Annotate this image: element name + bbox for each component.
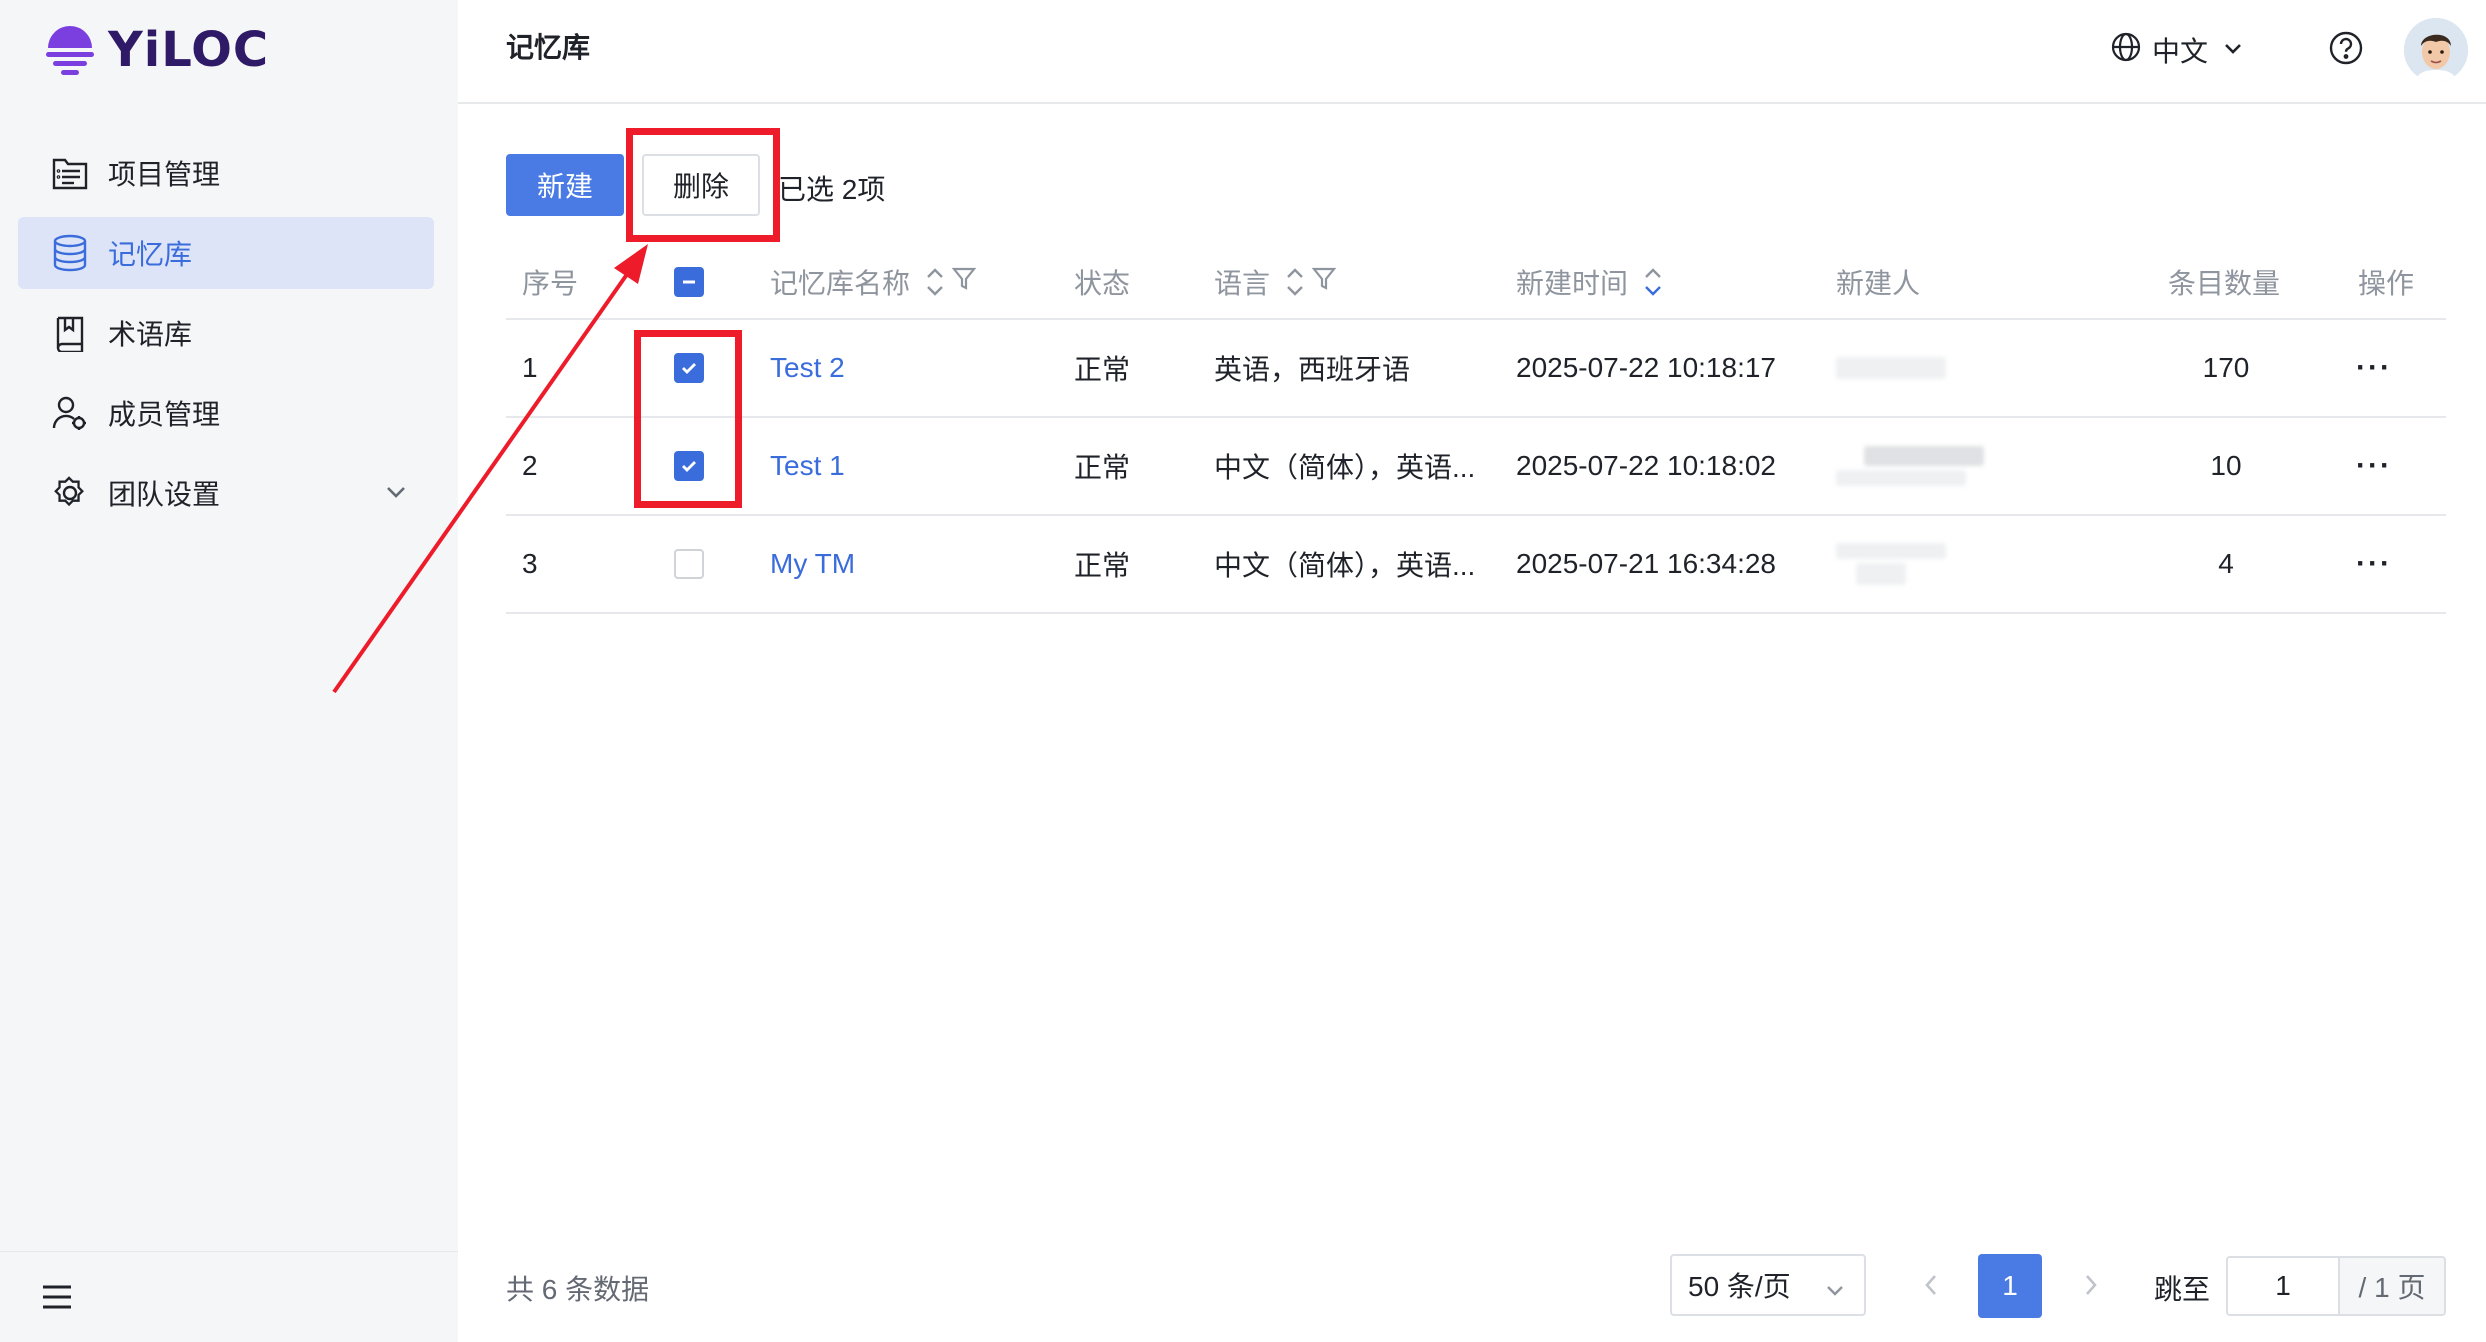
page-total: / 1 页 [2338, 1256, 2446, 1316]
col-created-time: 新建时间 [1516, 262, 1664, 302]
page-size-label: 50 条/页 [1688, 1271, 1791, 1302]
page-title: 记忆库 [506, 32, 591, 63]
col-language-label: 语言 [1214, 268, 1271, 299]
sidebar-item-projects[interactable]: 项目管理 [18, 137, 434, 209]
col-actions: 操作 [2358, 268, 2415, 299]
creator-redacted [1836, 357, 1946, 379]
row-checkbox[interactable] [674, 549, 704, 579]
tm-name-link[interactable]: Test 1 [770, 450, 845, 482]
sidebar-footer [0, 1251, 458, 1342]
row-index: 2 [522, 450, 538, 481]
count-text: 4 [2218, 548, 2234, 579]
project-list-icon [50, 153, 90, 193]
jump-page-input[interactable] [2226, 1256, 2338, 1316]
col-language: 语言 [1214, 262, 1337, 302]
total-count: 共 6 条数据 [506, 1274, 650, 1305]
language-text: 中文（简体），英语... [1214, 550, 1476, 581]
sidebar-item-label: 术语库 [108, 319, 193, 350]
sidebar-item-members[interactable]: 成员管理 [18, 377, 434, 449]
new-button[interactable]: 新建 [506, 154, 624, 216]
sidebar-item-label: 记忆库 [108, 239, 193, 270]
col-creator: 新建人 [1836, 268, 1921, 299]
globe-icon [2110, 31, 2142, 70]
row-index: 1 [522, 352, 538, 383]
table-row[interactable]: 1 Test 2 正常 英语，西班牙语 2025-07-22 10:18:17 … [506, 320, 2446, 418]
status-text: 正常 [1074, 550, 1131, 581]
next-page-icon[interactable] [2080, 1270, 2102, 1305]
tm-table: 序号 记忆库名称 状态 语言 新建时间 新建人 条目数量 操作 1 Test 2… [506, 246, 2446, 614]
sidebar-item-label: 团队设置 [108, 479, 221, 510]
creator-redacted [1836, 543, 1946, 585]
help-icon[interactable] [2328, 30, 2364, 71]
col-name-label: 记忆库名称 [770, 268, 911, 299]
table-header: 序号 记忆库名称 状态 语言 新建时间 新建人 条目数量 操作 [506, 246, 2446, 320]
sidebar-item-label: 成员管理 [108, 399, 221, 430]
book-icon [50, 313, 90, 353]
sort-desc-icon[interactable] [1642, 263, 1664, 301]
checkbox-unchecked-icon [674, 549, 704, 579]
page-size-select[interactable]: 50 条/页 [1670, 1254, 1866, 1316]
checkbox-indeterminate-icon [674, 267, 704, 297]
created-time-text: 2025-07-22 10:18:17 [1516, 352, 1776, 383]
language-text: 英语，西班牙语 [1214, 354, 1411, 385]
created-time-text: 2025-07-21 16:34:28 [1516, 548, 1776, 579]
prev-page-icon[interactable] [1920, 1270, 1942, 1305]
chevron-down-icon[interactable] [384, 479, 408, 511]
col-index: 序号 [522, 268, 579, 299]
yiloc-logo-icon [46, 26, 94, 75]
database-icon [50, 233, 90, 273]
table-row[interactable]: 3 My TM 正常 中文（简体），英语... 2025-07-21 16:34… [506, 516, 2446, 614]
count-text: 170 [2202, 352, 2250, 383]
sidebar-item-label: 项目管理 [108, 159, 221, 190]
user-avatar[interactable] [2404, 18, 2468, 82]
sort-icon[interactable] [1284, 263, 1306, 301]
creator-redacted [1836, 446, 1984, 486]
tm-name-link[interactable]: My TM [770, 548, 855, 580]
more-actions-icon[interactable]: ··· [2356, 547, 2392, 581]
table-row[interactable]: 2 Test 1 正常 中文（简体），英语... 2025-07-22 10:1… [506, 418, 2446, 516]
language-text: 中文（简体），英语... [1214, 452, 1476, 483]
logo-text: YiLOC [108, 22, 270, 78]
language-label: 中文 [2152, 36, 2209, 67]
sort-icon[interactable] [924, 263, 946, 301]
hamburger-icon[interactable] [40, 1282, 74, 1317]
sidebar-item-team-settings[interactable]: 团队设置 [18, 457, 434, 529]
chevron-down-icon [2222, 34, 2244, 66]
annotation-highlight-checkboxes [634, 330, 742, 508]
row-index: 3 [522, 548, 538, 579]
annotation-highlight-delete [626, 128, 780, 242]
tm-name-link[interactable]: Test 2 [770, 352, 845, 384]
language-selector[interactable]: 中文 [2110, 30, 2244, 70]
sidebar-nav: 项目管理 记忆库 术语库 成员管理 团队设置 [18, 137, 434, 537]
more-actions-icon[interactable]: ··· [2356, 449, 2392, 483]
sidebar-item-termbase[interactable]: 术语库 [18, 297, 434, 369]
selected-count: 已选 2项 [778, 174, 886, 205]
member-icon [50, 393, 90, 433]
filter-icon[interactable] [951, 266, 977, 299]
top-header: 记忆库 中文 [458, 0, 2486, 104]
select-all-checkbox[interactable] [674, 267, 704, 297]
count-text: 10 [2210, 450, 2242, 481]
created-time-text: 2025-07-22 10:18:02 [1516, 450, 1776, 481]
sidebar-item-tm[interactable]: 记忆库 [18, 217, 434, 289]
filter-icon[interactable] [1311, 266, 1337, 299]
col-status: 状态 [1074, 268, 1131, 299]
col-created-time-label: 新建时间 [1516, 268, 1629, 299]
chevron-down-icon [1824, 1276, 1846, 1308]
sidebar: YiLOC 项目管理 记忆库 术语库 成员管理 团队设置 [0, 0, 458, 1342]
status-text: 正常 [1074, 354, 1131, 385]
gear-icon [50, 473, 90, 513]
jump-label: 跳至 [2154, 1274, 2211, 1305]
logo[interactable]: YiLOC [44, 22, 269, 78]
page-button-current[interactable]: 1 [1978, 1254, 2042, 1318]
status-text: 正常 [1074, 452, 1131, 483]
more-actions-icon[interactable]: ··· [2356, 351, 2392, 385]
col-name: 记忆库名称 [770, 262, 977, 302]
col-count: 条目数量 [2168, 268, 2281, 299]
